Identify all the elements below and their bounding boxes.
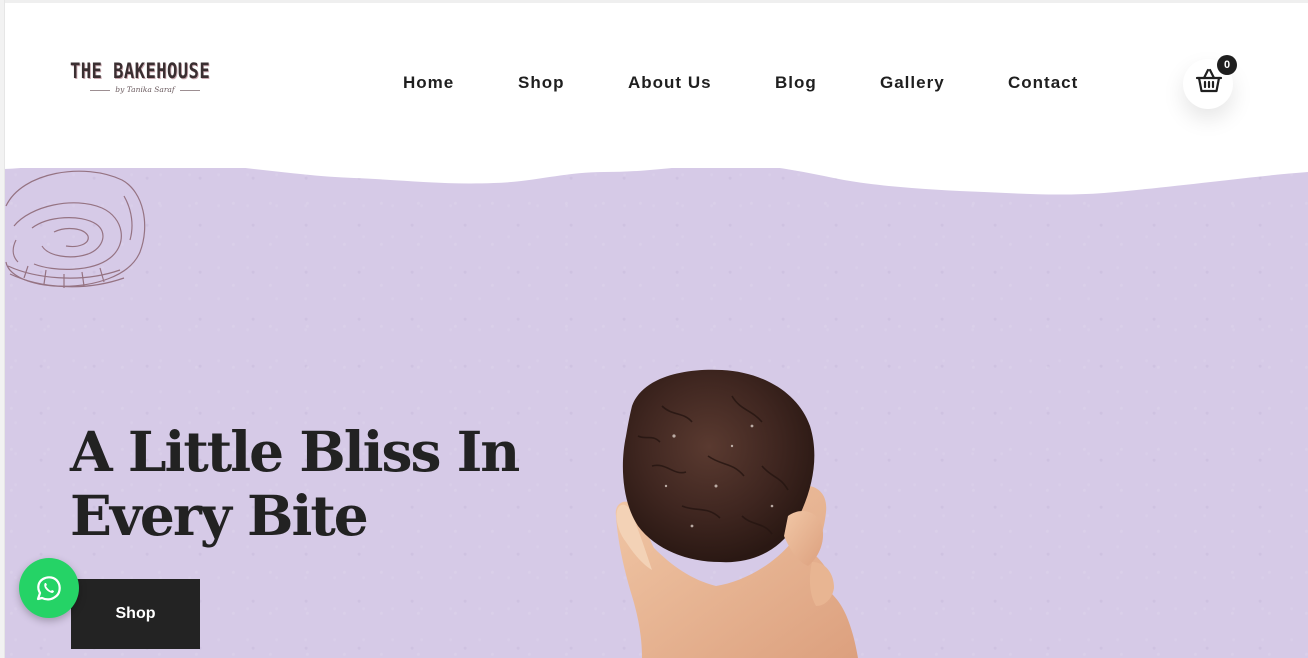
whatsapp-button[interactable]	[19, 558, 79, 618]
hand-holding-cookie-image	[615, 369, 858, 658]
hero-title-line-2: Every Bite	[70, 483, 369, 548]
hero-shop-button[interactable]: Shop	[71, 579, 200, 649]
cart-count-badge: 0	[1217, 55, 1237, 75]
hero-title-line-1: A Little Bliss In	[70, 419, 520, 484]
nav-item-shop[interactable]: Shop	[518, 73, 565, 93]
hero-title: A Little Bliss In Every Bite	[70, 420, 540, 548]
site-header: THE BAKEHOUSE by Tanika Saraf Home Shop …	[4, 3, 1308, 168]
nav-item-gallery[interactable]: Gallery	[880, 73, 945, 93]
main-nav: Home Shop About Us Blog Gallery Contact	[4, 73, 1308, 97]
window-left-edge	[0, 0, 5, 658]
nav-item-contact[interactable]: Contact	[1008, 73, 1078, 93]
nav-item-home[interactable]: Home	[403, 73, 454, 93]
window-top-edge	[0, 0, 1308, 3]
whatsapp-icon	[36, 576, 61, 601]
nav-item-blog[interactable]: Blog	[775, 73, 817, 93]
nav-item-about-us[interactable]: About Us	[628, 73, 712, 93]
page: THE BAKEHOUSE by Tanika Saraf Home Shop …	[0, 0, 1308, 658]
cart-button[interactable]: 0	[1187, 55, 1237, 99]
cinnamon-roll-sketch	[5, 170, 146, 288]
